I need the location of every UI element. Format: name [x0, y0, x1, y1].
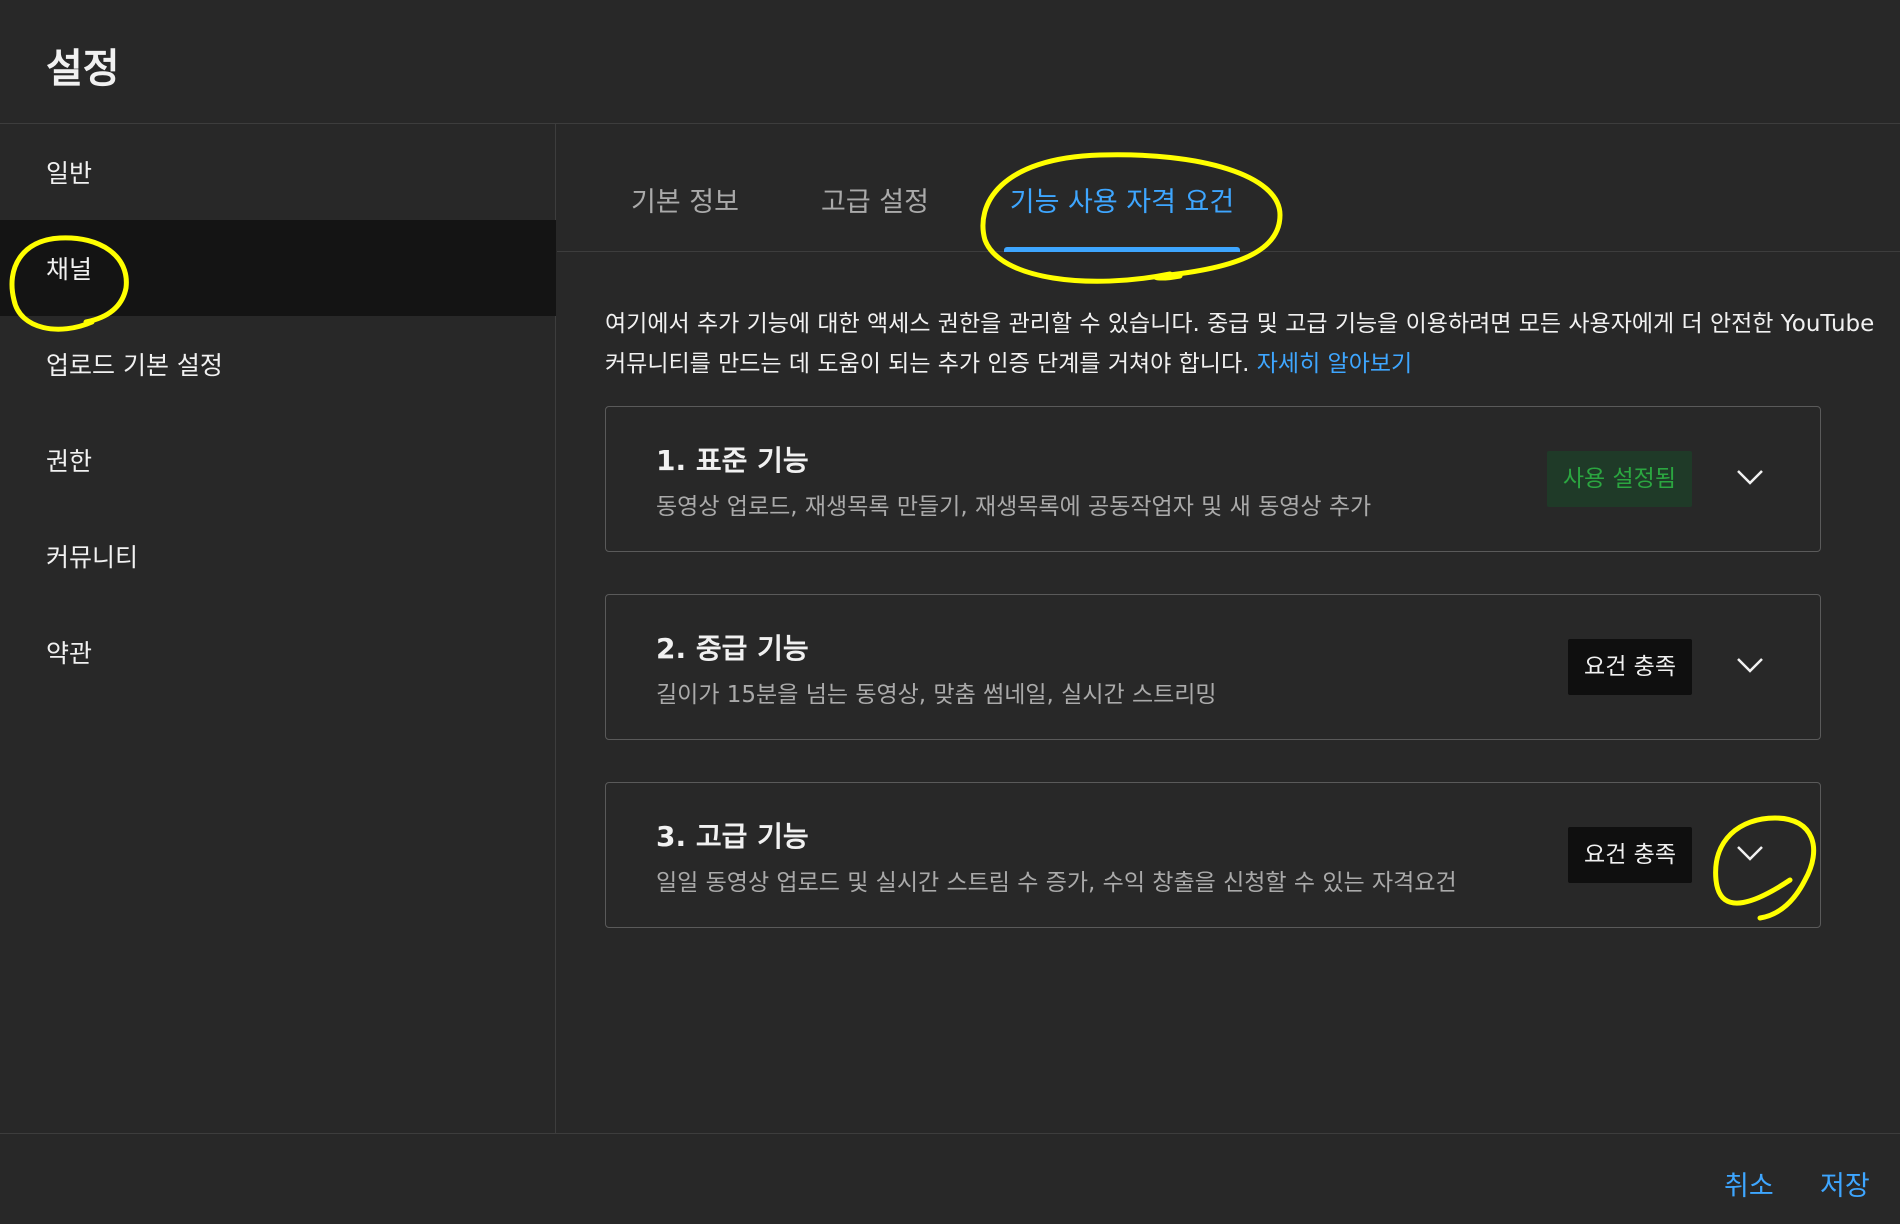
feature-description: 동영상 업로드, 재생목록 만들기, 재생목록에 공동작업자 및 새 동영상 추…	[656, 494, 1372, 520]
sidebar-item-agreements[interactable]: 약관	[0, 604, 556, 700]
settings-main: 기본 정보 고급 설정 기능 사용 자격 요건 여기에서 추가 기능에 대한 액…	[557, 124, 1900, 1134]
sidebar-item-channel[interactable]: 채널	[0, 220, 556, 316]
cancel-button[interactable]: 취소	[1724, 1164, 1774, 1203]
learn-more-link[interactable]: 자세히 알아보기	[1257, 351, 1412, 377]
status-badge: 사용 설정됨	[1546, 451, 1692, 507]
chevron-down-icon[interactable]	[1734, 837, 1766, 869]
description-text: 여기에서 추가 기능에 대한 액세스 권한을 관리할 수 있습니다. 중급 및 …	[605, 311, 1875, 377]
sidebar-item-label: 권한	[46, 447, 93, 476]
sidebar-item-general[interactable]: 일반	[0, 124, 556, 220]
sidebar-item-label: 일반	[46, 159, 93, 188]
status-badge: 요건 충족	[1568, 827, 1692, 883]
dialog-footer: 취소 저장	[0, 1133, 1900, 1224]
tab-basic-info[interactable]: 기본 정보	[617, 124, 753, 252]
sidebar-item-permissions[interactable]: 권한	[0, 412, 556, 508]
feature-title: 3. 고급 기능	[656, 820, 809, 853]
chevron-down-icon[interactable]	[1734, 461, 1766, 493]
settings-sidebar: 일반 채널 업로드 기본 설정 권한 커뮤니티 약관	[0, 124, 556, 1134]
feature-description: 일일 동영상 업로드 및 실시간 스트림 수 증가, 수익 창출을 신청할 수 …	[656, 870, 1457, 896]
tab-label: 고급 설정	[821, 187, 929, 218]
sidebar-item-label: 약관	[46, 639, 93, 668]
save-button[interactable]: 저장	[1820, 1164, 1870, 1203]
feature-card-intermediate[interactable]: 2. 중급 기능 길이가 15분을 넘는 동영상, 맞춤 썸네일, 실시간 스트…	[605, 594, 1821, 740]
active-tab-indicator	[1004, 247, 1240, 252]
eligibility-description: 여기에서 추가 기능에 대한 액세스 권한을 관리할 수 있습니다. 중급 및 …	[605, 304, 1875, 384]
feature-card-advanced[interactable]: 3. 고급 기능 일일 동영상 업로드 및 실시간 스트림 수 증가, 수익 창…	[605, 782, 1821, 928]
dialog-title: 설정	[46, 46, 120, 92]
sidebar-item-upload-defaults[interactable]: 업로드 기본 설정	[0, 316, 556, 412]
feature-title: 2. 중급 기능	[656, 632, 809, 665]
tab-label: 기능 사용 자격 요건	[1009, 187, 1235, 218]
tab-feature-eligibility[interactable]: 기능 사용 자격 요건	[1004, 124, 1240, 252]
chevron-down-icon[interactable]	[1734, 649, 1766, 681]
tab-label: 기본 정보	[631, 187, 739, 218]
sidebar-item-label: 커뮤니티	[46, 543, 139, 572]
feature-title: 1. 표준 기능	[656, 444, 809, 477]
sidebar-item-label: 채널	[46, 255, 93, 284]
sidebar-item-community[interactable]: 커뮤니티	[0, 508, 556, 604]
status-badge: 요건 충족	[1568, 639, 1692, 695]
tab-bar: 기본 정보 고급 설정 기능 사용 자격 요건	[557, 124, 1900, 252]
sidebar-item-label: 업로드 기본 설정	[46, 351, 223, 380]
dialog-header: 설정	[0, 0, 1900, 124]
feature-card-standard[interactable]: 1. 표준 기능 동영상 업로드, 재생목록 만들기, 재생목록에 공동작업자 …	[605, 406, 1821, 552]
tab-advanced-settings[interactable]: 고급 설정	[807, 124, 943, 252]
feature-description: 길이가 15분을 넘는 동영상, 맞춤 썸네일, 실시간 스트리밍	[656, 682, 1217, 708]
